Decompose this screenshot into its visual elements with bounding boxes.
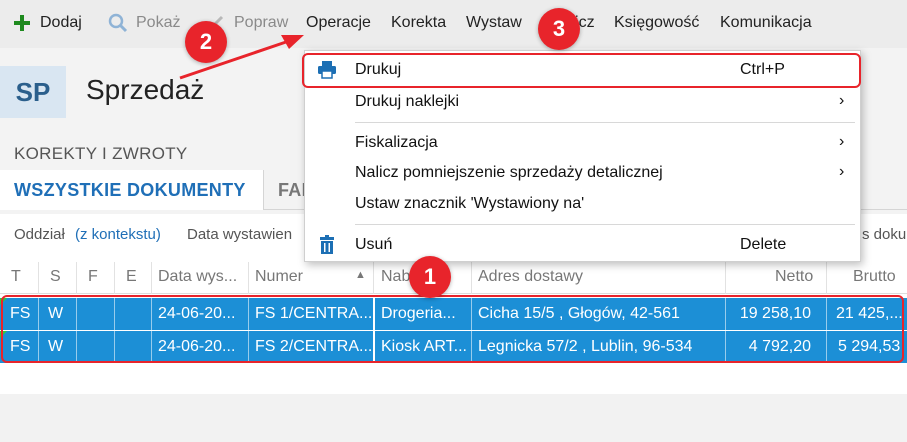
footer-bar bbox=[0, 394, 907, 442]
menu-item-retail-reduction-label: Nalicz pomniejszenie sprzedaży detaliczn… bbox=[355, 164, 663, 181]
accounting-menu[interactable]: Księgowość bbox=[614, 14, 699, 32]
chevron-right-icon: › bbox=[839, 163, 845, 180]
correction-menu[interactable]: Korekta bbox=[391, 14, 446, 32]
menu-item-set-issued-on[interactable]: Ustaw znacznik 'Wystawiony na' bbox=[305, 189, 862, 219]
column-header-s[interactable]: S bbox=[50, 268, 61, 286]
column-header-t[interactable]: T bbox=[11, 268, 21, 286]
add-button[interactable]: Dodaj bbox=[12, 13, 82, 33]
column-divider bbox=[76, 262, 77, 294]
toolbar: Dodaj Pokaż Popraw Operacje Korekta Wyst… bbox=[0, 0, 907, 48]
column-divider bbox=[373, 262, 374, 294]
fix-button-label: Popraw bbox=[234, 14, 289, 31]
correction-menu-label: Korekta bbox=[391, 14, 447, 31]
operations-menu-label: Operacje bbox=[306, 14, 371, 31]
menu-item-set-issued-on-label: Ustaw znacznik 'Wystawiony na' bbox=[355, 195, 585, 212]
column-header-date[interactable]: Data wys... bbox=[158, 268, 237, 286]
chevron-right-icon: › bbox=[839, 133, 845, 150]
accounting-menu-label: Księgowość bbox=[614, 14, 700, 31]
menu-item-delete[interactable]: Usuń Delete bbox=[305, 230, 862, 260]
column-divider bbox=[725, 262, 726, 294]
grid-empty-area bbox=[0, 364, 907, 394]
search-icon bbox=[108, 13, 128, 33]
grid-header: T S F E Data wys... Numer ▲ Nabywca Adre… bbox=[0, 262, 907, 294]
plus-icon bbox=[12, 13, 32, 33]
tab-all-documents[interactable]: WSZYSTKIE DOKUMENTY bbox=[0, 170, 264, 210]
menu-separator bbox=[355, 224, 855, 225]
menu-item-delete-shortcut: Delete bbox=[740, 236, 787, 253]
column-divider bbox=[114, 262, 115, 294]
branch-filter-label: Oddział bbox=[14, 226, 65, 243]
issue-menu[interactable]: Wystaw bbox=[466, 14, 522, 32]
column-header-f[interactable]: F bbox=[88, 268, 98, 286]
operations-menu[interactable]: Operacje bbox=[306, 14, 371, 32]
column-header-number[interactable]: Numer bbox=[255, 268, 303, 286]
column-divider bbox=[38, 262, 39, 294]
column-divider bbox=[471, 262, 472, 294]
menu-separator bbox=[355, 122, 855, 123]
step-badge-2: 2 bbox=[185, 21, 227, 63]
section-label: KOREKTY I ZWROTY bbox=[14, 144, 188, 163]
issue-menu-label: Wystaw bbox=[466, 14, 522, 31]
date-filter-label[interactable]: Data wystawien bbox=[187, 226, 292, 243]
add-button-label: Dodaj bbox=[40, 14, 82, 31]
communication-menu-label: Komunikacja bbox=[720, 14, 812, 31]
menu-item-print-labels[interactable]: Drukuj naklejki › bbox=[305, 87, 862, 117]
step-badge-1: 1 bbox=[409, 256, 451, 298]
branch-filter-link[interactable]: (z kontekstu) bbox=[75, 226, 161, 243]
column-divider bbox=[826, 262, 827, 294]
menu-item-retail-reduction[interactable]: Nalicz pomniejszenie sprzedaży detaliczn… bbox=[305, 158, 862, 188]
trash-icon bbox=[317, 235, 337, 255]
show-button[interactable]: Pokaż bbox=[108, 13, 180, 33]
menu-item-fiscalization-label: Fiskalizacja bbox=[355, 134, 438, 151]
column-header-net[interactable]: Netto bbox=[775, 268, 813, 286]
highlight-print-item bbox=[302, 53, 861, 88]
menu-item-fiscalization[interactable]: Fiskalizacja › bbox=[305, 128, 862, 158]
highlight-selected-rows bbox=[1, 295, 904, 363]
communication-menu[interactable]: Komunikacja bbox=[720, 14, 812, 32]
page-title: Sprzedaż bbox=[86, 74, 205, 105]
menu-item-print-labels-label: Drukuj naklejki bbox=[355, 93, 460, 110]
documents-filter-label: s doku bbox=[862, 226, 907, 243]
column-header-gross[interactable]: Brutto bbox=[853, 268, 896, 286]
step-badge-3: 3 bbox=[538, 8, 580, 50]
column-divider bbox=[151, 262, 152, 294]
sort-ascending-icon: ▲ bbox=[355, 269, 366, 281]
show-button-label: Pokaż bbox=[136, 14, 181, 31]
column-header-address[interactable]: Adres dostawy bbox=[478, 268, 583, 286]
menu-item-delete-label: Usuń bbox=[355, 236, 393, 253]
column-divider bbox=[248, 262, 249, 294]
chevron-right-icon: › bbox=[839, 92, 845, 109]
column-header-e[interactable]: E bbox=[126, 268, 137, 286]
module-badge: SP bbox=[0, 66, 66, 118]
